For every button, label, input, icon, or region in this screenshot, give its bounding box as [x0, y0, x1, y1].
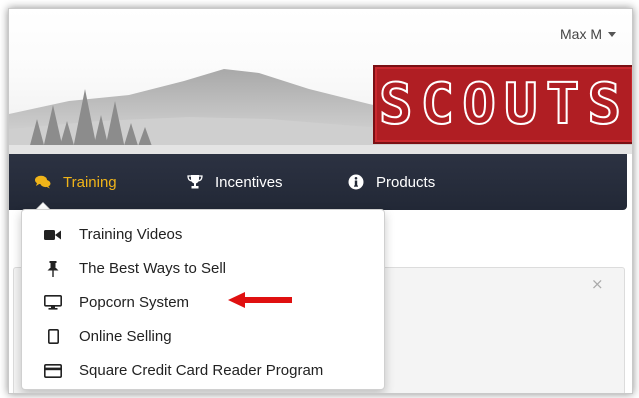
menu-item-square-credit-card-reader[interactable]: Square Credit Card Reader Program — [22, 354, 384, 387]
user-name: Max M — [560, 26, 602, 42]
nav-item-products[interactable]: Products — [348, 154, 435, 210]
menu-item-popcorn-system[interactable]: Popcorn System — [22, 286, 384, 319]
caret-down-icon — [608, 31, 616, 37]
pushpin-icon — [43, 260, 63, 277]
credit-card-icon — [43, 363, 63, 379]
desktop-monitor-icon — [43, 295, 63, 311]
main-navbar: Training Incentives Products — [9, 154, 627, 210]
nav-item-incentives[interactable]: Incentives — [187, 154, 283, 210]
site-header: Max M SCOUTS — [9, 9, 632, 154]
nav-label-products: Products — [376, 173, 436, 191]
menu-label: Popcorn System — [79, 294, 190, 311]
menu-label: The Best Ways to Sell — [79, 260, 226, 277]
scouts-logo: SCOUTS — [373, 65, 632, 144]
nav-label-incentives: Incentives — [215, 173, 283, 191]
red-arrow-annotation-icon — [228, 292, 292, 308]
nav-item-training[interactable]: Training — [35, 154, 117, 210]
logo-text: SCOUTS — [378, 71, 630, 138]
menu-label: Online Selling — [79, 328, 172, 345]
video-camera-icon — [43, 227, 63, 243]
user-account-menu[interactable]: Max M — [560, 26, 616, 42]
tablet-icon — [43, 329, 63, 345]
menu-item-online-selling[interactable]: Online Selling — [22, 320, 384, 353]
menu-item-best-ways-to-sell[interactable]: The Best Ways to Sell — [22, 252, 384, 285]
info-circle-icon — [348, 174, 364, 190]
nav-label-training: Training — [63, 173, 117, 191]
training-dropdown-menu: Training Videos The Best Ways to Sell Po… — [21, 209, 385, 390]
menu-item-training-videos[interactable]: Training Videos — [22, 218, 384, 251]
trophy-icon — [187, 174, 203, 190]
menu-label: Training Videos — [79, 226, 183, 243]
comments-icon — [35, 174, 51, 190]
menu-label: Square Credit Card Reader Program — [79, 362, 324, 379]
browser-viewport: Max M SCOUTS Training Incentives Product… — [8, 8, 633, 394]
close-icon[interactable]: × — [591, 275, 604, 293]
